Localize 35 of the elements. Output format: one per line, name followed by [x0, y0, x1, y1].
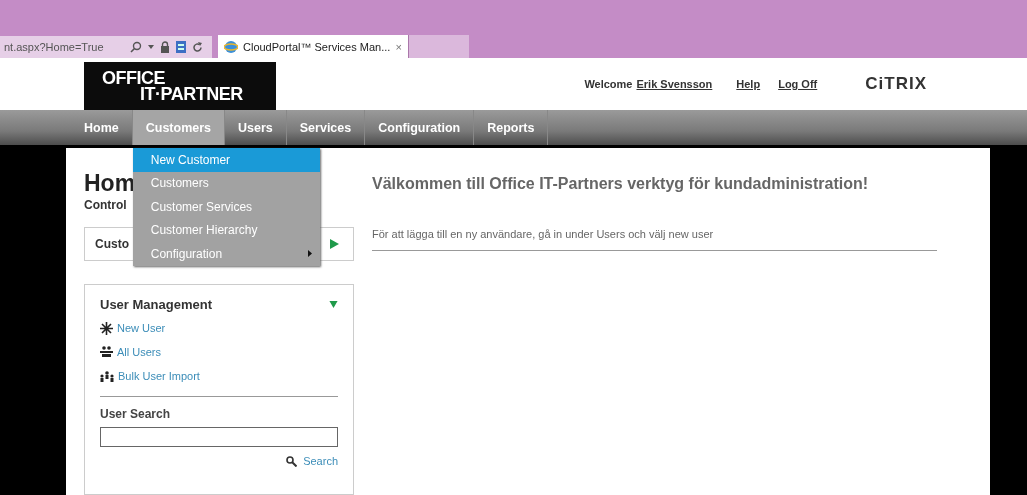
close-icon[interactable]: ×	[395, 40, 402, 53]
user-action-link[interactable]: All Users	[117, 346, 161, 358]
logo: OFFICE IT·PARTNER	[84, 62, 276, 110]
welcome-heading: Välkommen till Office IT-Partners verktyg för kundadministration!	[372, 175, 870, 193]
menu-item[interactable]: Configuration	[132, 242, 320, 266]
globe-icon	[224, 39, 238, 54]
panel-title: Custo	[95, 237, 129, 251]
lock-icon	[159, 41, 170, 53]
star-burst-icon	[100, 321, 113, 335]
page-subtitle: Control	[84, 198, 127, 212]
header-link[interactable]: Help	[736, 78, 761, 90]
expand-arrow-icon[interactable]	[330, 239, 339, 249]
users-icon	[100, 346, 113, 358]
search-icon[interactable]	[286, 455, 298, 467]
user-action-link[interactable]: New User	[117, 322, 166, 334]
panel-title: User Management	[100, 297, 212, 312]
search-label: User Search	[100, 407, 172, 421]
brand-logo: CiTRIX	[865, 74, 927, 94]
search-link[interactable]: Search	[303, 455, 338, 467]
user-link[interactable]: Erik Svensson	[636, 78, 713, 90]
user-action-link[interactable]: Bulk User Import	[118, 370, 200, 382]
instruction-text: För att lägga till en ny användare, gå in under Users och välj new user	[372, 228, 715, 240]
menu-item[interactable]: New Customer	[132, 148, 320, 172]
group-icon	[100, 370, 114, 382]
page-icon[interactable]	[175, 41, 186, 53]
header-link[interactable]: Log Off	[778, 78, 818, 90]
search-field[interactable]	[100, 427, 338, 447]
nav-tab[interactable]: Customers	[132, 110, 226, 145]
collapse-arrow-icon[interactable]	[329, 300, 338, 309]
refresh-icon[interactable]	[191, 41, 203, 53]
menu-item[interactable]: Customer Hierarchy	[132, 218, 320, 242]
browser-tab[interactable]: CloudPortal™ Services Man... ×	[218, 35, 408, 58]
caret-icon[interactable]	[147, 45, 154, 49]
menu-item[interactable]: Customer Services	[132, 195, 320, 219]
welcome-text: Welcome	[584, 78, 633, 90]
